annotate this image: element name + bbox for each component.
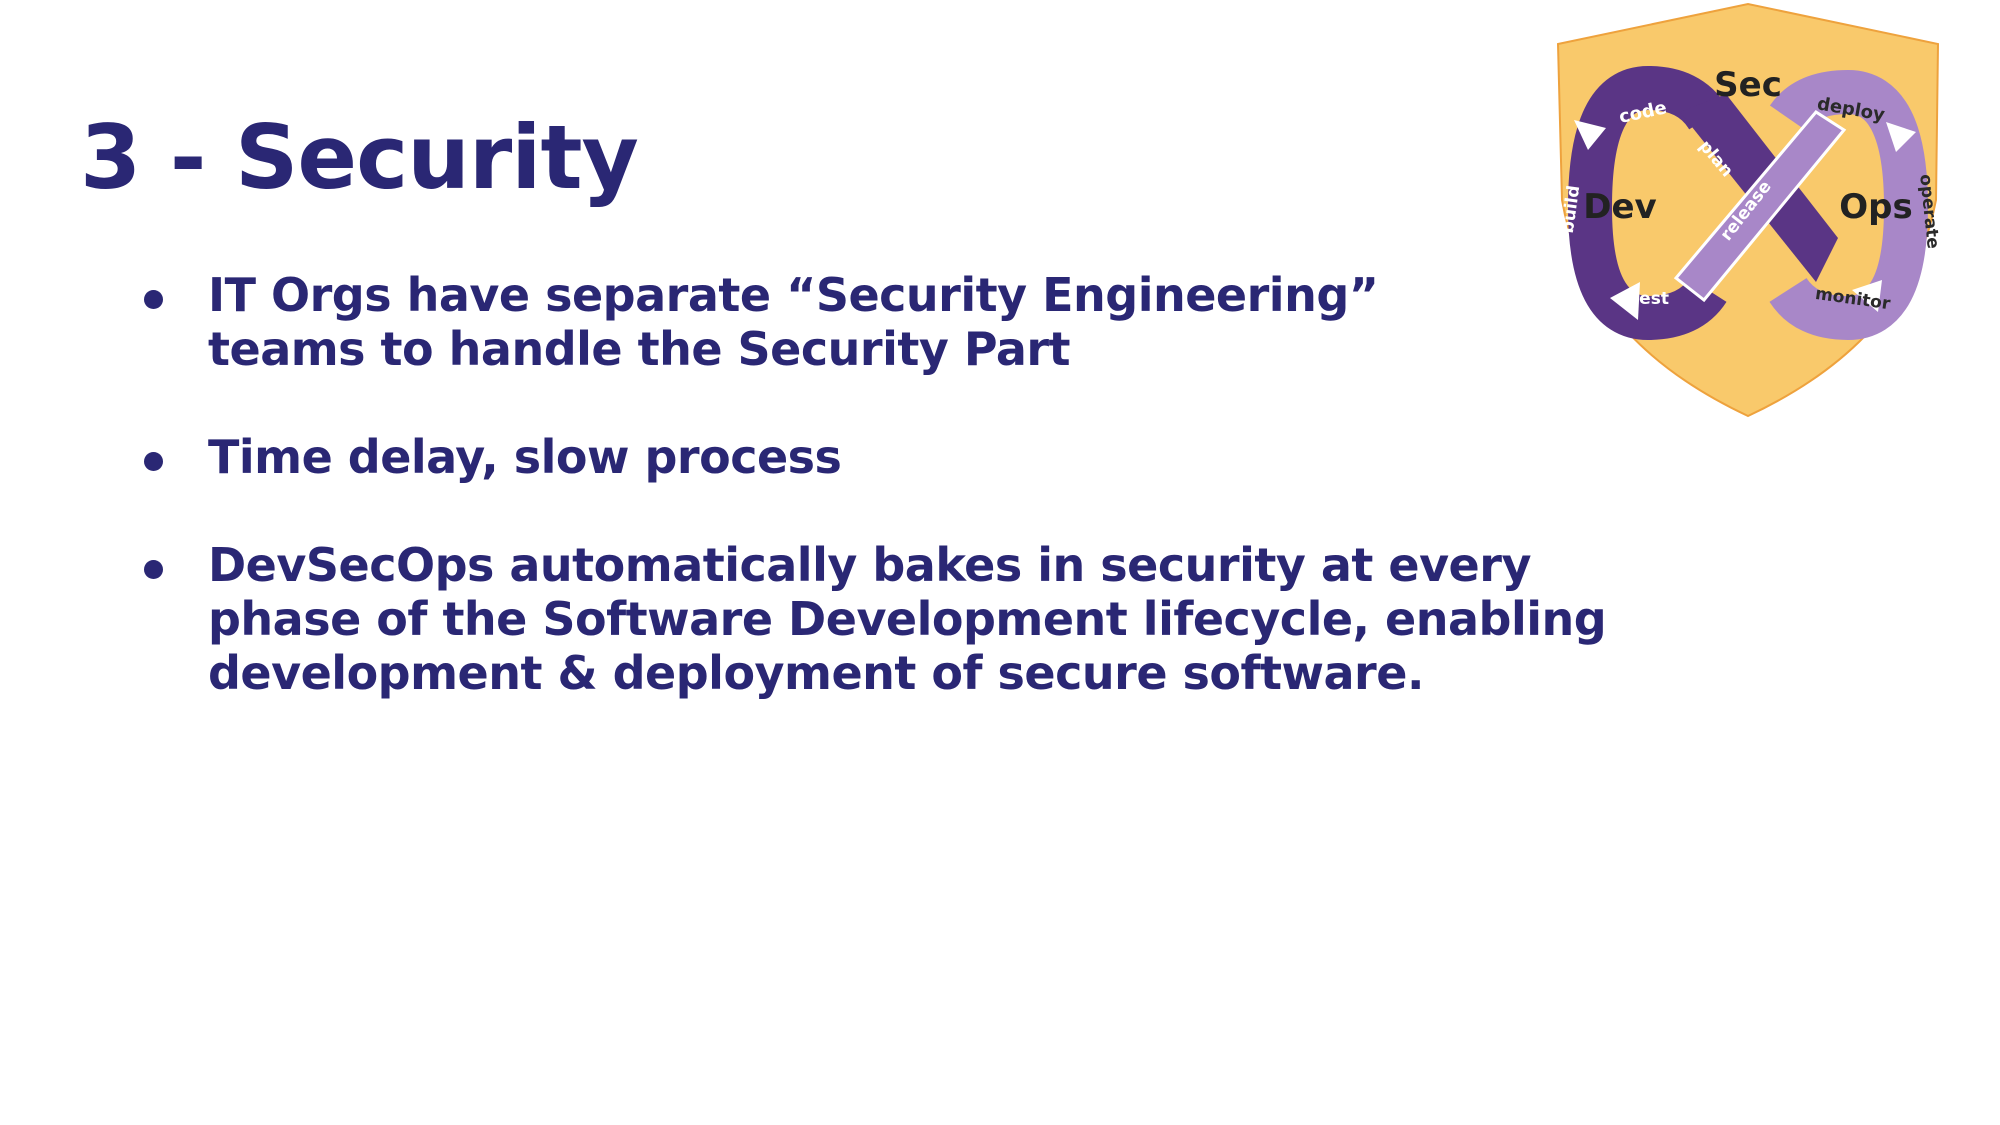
bullet-item: Time delay, slow process <box>140 430 1640 484</box>
stage-test-label: test <box>1631 289 1669 309</box>
bullet-list: IT Orgs have separate “Security Engineer… <box>140 268 1640 700</box>
bullet-item: IT Orgs have separate “Security Engineer… <box>140 268 1640 376</box>
bullet-dot-icon <box>144 452 163 471</box>
bullet-line: IT Orgs have separate “Security Engineer… <box>208 268 1379 322</box>
slide: 3 - Security IT Orgs have separate “Secu… <box>0 0 2000 1125</box>
bullet-line: Time delay, slow process <box>208 430 842 484</box>
bullet-line: phase of the Software Development lifecy… <box>208 592 1607 646</box>
bullet-dot-icon <box>144 290 163 309</box>
dev-label: Dev <box>1583 187 1656 227</box>
sec-label: Sec <box>1714 65 1782 105</box>
bullet-item: DevSecOps automatically bakes in securit… <box>140 538 1640 700</box>
bullet-line: development & deployment of secure softw… <box>208 646 1424 700</box>
bullet-line: teams to handle the Security Part <box>208 322 1071 376</box>
bullet-dot-icon <box>144 560 163 579</box>
ops-label: Ops <box>1839 187 1912 227</box>
slide-title: 3 - Security <box>80 106 639 209</box>
devsecops-logo: Sec Dev Ops code plan build test release… <box>1556 2 1943 418</box>
bullet-line: DevSecOps automatically bakes in securit… <box>208 538 1531 592</box>
